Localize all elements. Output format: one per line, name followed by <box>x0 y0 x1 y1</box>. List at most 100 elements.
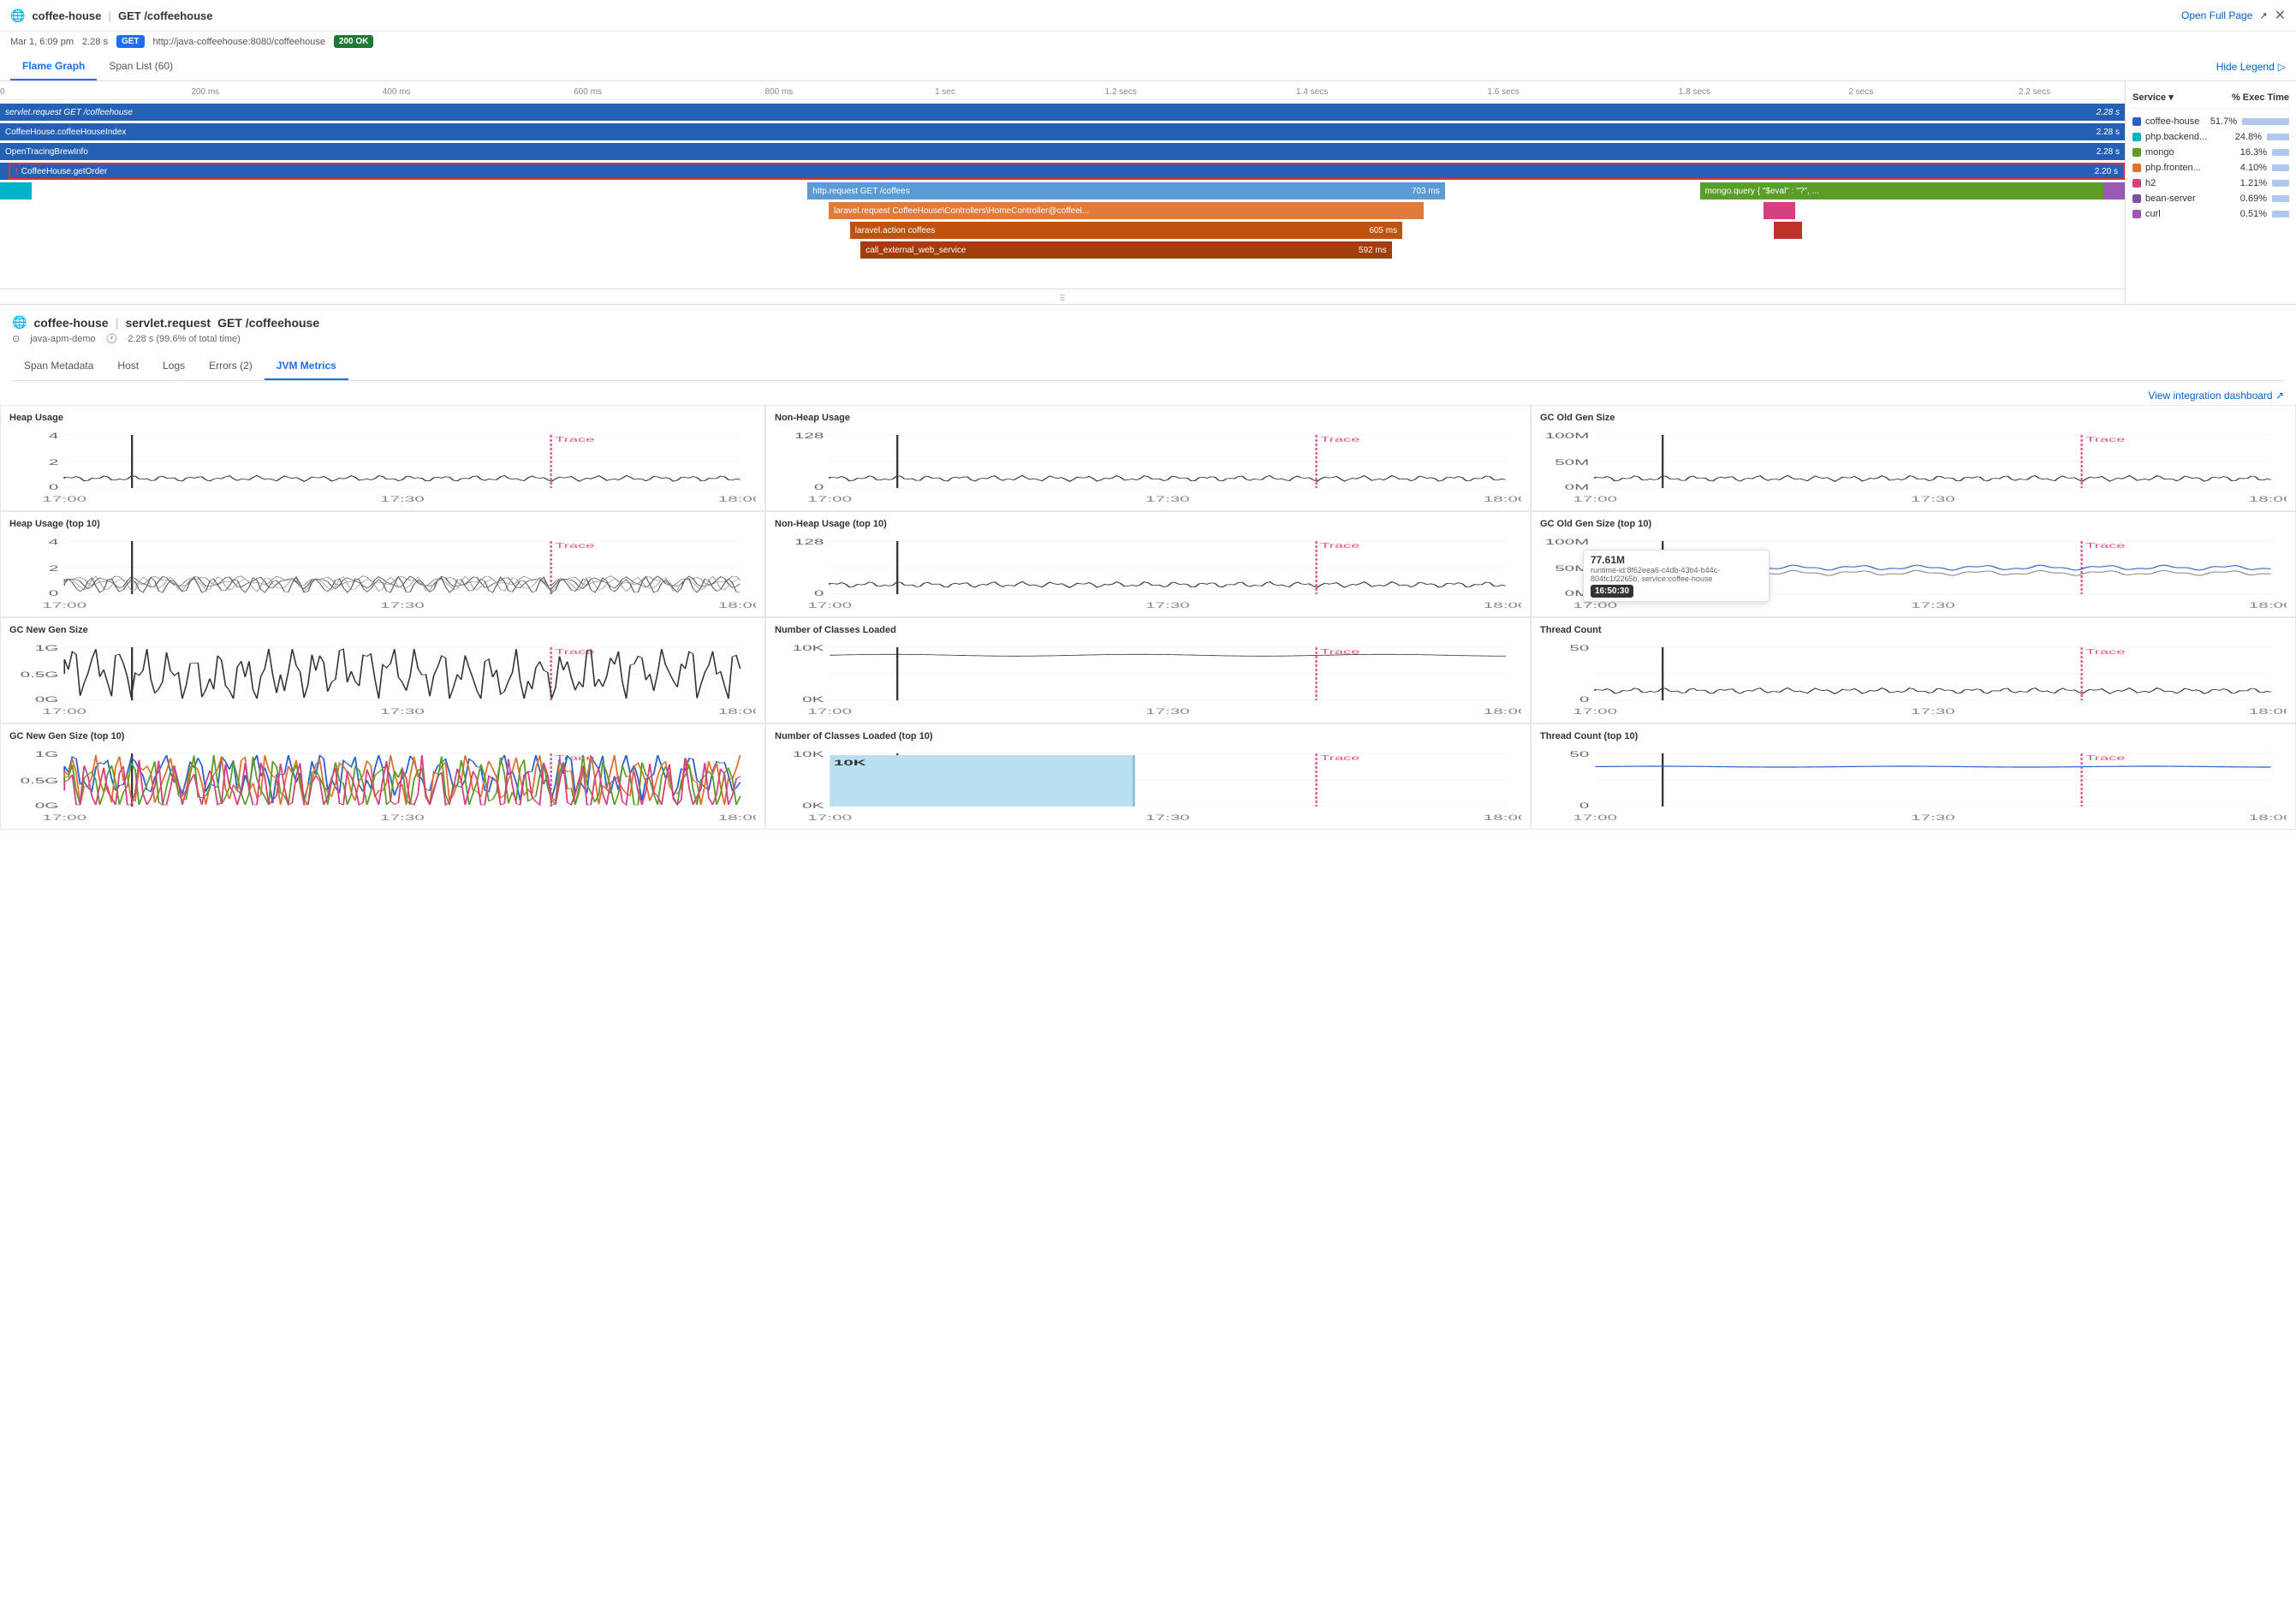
y-max: 128 <box>794 432 824 441</box>
flame-bar-servlet[interactable]: servlet.request GET /coffeehouse 2.28 s <box>0 104 2125 121</box>
tooltip-sub: runtime-id:8f62eea6-c4db-43b4-b44c-804fc… <box>1591 566 1762 583</box>
flame-row-5[interactable]: http.request GET /coffees 703 ms mongo.q… <box>0 182 2125 200</box>
flame-bar-call-external[interactable]: call_external_web_service 592 ms <box>860 241 1392 259</box>
pipe-separator: | <box>108 9 111 22</box>
metric-cell-6: GC New Gen Size 1G0.5G0G17:0017:3018:00T… <box>0 617 765 723</box>
x-label-1: 17:30 <box>1911 814 1955 822</box>
legend-pct: 4.10% <box>2237 163 2267 173</box>
tab-errors[interactable]: Errors (2) <box>197 353 265 380</box>
flame-bar-coffeehouse-index[interactable]: CoffeeHouse.coffeeHouseIndex 2.28 s <box>0 123 2125 140</box>
open-full-page-link[interactable]: Open Full Page <box>2181 9 2252 21</box>
method-badge: GET <box>116 35 145 48</box>
span-service-name: servlet.request <box>125 316 211 330</box>
method-path: GET /coffeehouse <box>118 9 213 22</box>
trace-label: Trace <box>2085 542 2125 550</box>
timeline-ruler: 0 200 ms 400 ms 600 ms 800 ms 1 sec 1.2 … <box>0 81 2125 100</box>
span-meta-service: java-apm-demo <box>30 334 95 344</box>
tab-jvm-metrics[interactable]: JVM Metrics <box>265 353 348 380</box>
flame-tabs-bar: Flame Graph Span List (60) Hide Legend ▷ <box>0 53 2296 81</box>
legend-bar-mini <box>2272 149 2289 156</box>
x-label-2: 18:00 <box>718 814 756 822</box>
metric-title-11: Thread Count (top 10) <box>1540 731 2287 741</box>
legend-bar-mini <box>2267 134 2289 140</box>
flame-bar-getorder[interactable]: ! CoffeeHouse.getOrder 2.20 s <box>9 163 2125 180</box>
close-icon[interactable]: ✕ <box>2275 7 2286 24</box>
flame-row-4[interactable]: ! CoffeeHouse.getOrder 2.20 s <box>0 162 2125 181</box>
bottom-panel: 🌐 coffee-house | servlet.request GET /co… <box>0 305 2296 381</box>
chart-svg-9: 1G0.5G0G17:0017:3018:00Trace <box>9 745 756 822</box>
legend-item-left: h2 <box>2132 178 2156 188</box>
view-integration-link[interactable]: View integration dashboard ↗ <box>2148 390 2284 402</box>
legend-bar-mini <box>2272 164 2289 171</box>
legend-dot <box>2132 194 2141 203</box>
y-max: 10K <box>793 645 824 653</box>
x-label-1: 17:30 <box>1911 708 1955 716</box>
flame-bar-laravel-request[interactable]: laravel.request CoffeeHouse\Controllers\… <box>829 202 1424 219</box>
flame-bar-laravel-action[interactable]: laravel.action coffees 605 ms <box>850 222 1402 239</box>
span-method-path: GET /coffeehouse <box>217 316 319 330</box>
chart-svg-11: 50017:0017:3018:00Trace <box>1540 745 2287 822</box>
legend-bar-mini <box>2272 211 2289 217</box>
legend-pct: 0.51% <box>2237 209 2267 219</box>
flame-bar-mongo-query[interactable]: mongo.query { "$eval" : "?", ... <box>1700 182 2104 199</box>
flame-tabs: Flame Graph Span List (60) <box>10 53 185 80</box>
request-date: Mar 1, 6:09 pm <box>10 37 74 47</box>
metric-title-10: Number of Classes Loaded (top 10) <box>775 731 1521 741</box>
x-label-0: 17:00 <box>807 496 852 503</box>
legend-name: coffee-house <box>2145 116 2199 127</box>
bar-stub-left <box>0 163 9 180</box>
bar-teal-small <box>0 182 32 199</box>
chart-svg-7: 10K0K17:0017:3018:00Trace <box>775 639 1521 716</box>
bar-time-4: 2.20 s <box>2095 167 2118 176</box>
flame-bar-opentracing[interactable]: OpenTracingBrewInfo 2.28 s <box>0 143 2125 160</box>
external-link-icon: ↗ <box>2259 10 2267 21</box>
metric-cell-5: GC Old Gen Size (top 10) 100M50M0M17:001… <box>1531 511 2296 617</box>
legend-name: php.backend... <box>2145 132 2207 142</box>
y-min: 0G <box>35 802 59 811</box>
flame-bars: servlet.request GET /coffeehouse 2.28 s … <box>0 100 2125 289</box>
y-max: 10K <box>793 751 824 759</box>
y-mid: 0.5G <box>21 671 59 680</box>
tooltip-time: 16:50:30 <box>1591 585 1633 598</box>
y-min: 0M <box>1565 484 1590 492</box>
trace-label: Trace <box>555 648 594 656</box>
legend-item-coffee-house: coffee-house 51.7% <box>2132 114 2289 129</box>
x-label-2: 18:00 <box>718 708 756 716</box>
tab-host[interactable]: Host <box>105 353 151 380</box>
title-bar: 🌐 coffee-house | GET /coffeehouse Open F… <box>0 0 2296 32</box>
flame-row-1[interactable]: servlet.request GET /coffeehouse 2.28 s <box>0 103 2125 122</box>
metric-cell-11: Thread Count (top 10) 50017:0017:3018:00… <box>1531 723 2296 830</box>
bar-time-3: 2.28 s <box>2097 147 2120 157</box>
x-label-2: 18:00 <box>2249 496 2287 503</box>
flame-row-8[interactable]: call_external_web_service 592 ms <box>0 241 2125 259</box>
tab-span-metadata[interactable]: Span Metadata <box>12 353 105 380</box>
flame-bar-http-request[interactable]: http.request GET /coffees 703 ms <box>807 182 1445 199</box>
x-label-2: 18:00 <box>2249 708 2287 716</box>
service-meta-icon: ⊙ <box>12 333 20 344</box>
tab-span-list[interactable]: Span List (60) <box>97 53 185 80</box>
y-max: 1G <box>35 751 59 759</box>
flame-row-6[interactable]: laravel.request CoffeeHouse\Controllers\… <box>0 201 2125 220</box>
flame-row-3[interactable]: OpenTracingBrewInfo 2.28 s <box>0 142 2125 161</box>
metric-title-3: Heap Usage (top 10) <box>9 519 756 529</box>
tab-flame-graph[interactable]: Flame Graph <box>10 53 97 80</box>
y-max: 50 <box>1569 645 1589 653</box>
metric-title-2: GC Old Gen Size <box>1540 413 2287 423</box>
bar-time-2: 2.28 s <box>2097 128 2120 137</box>
trace-label: Trace <box>2085 436 2125 443</box>
y-max: 128 <box>794 539 824 547</box>
hide-legend-label: Hide Legend <box>2216 61 2275 73</box>
hide-legend-button[interactable]: Hide Legend ▷ <box>2216 61 2286 73</box>
span-meta-time: 2.28 s (99.6% of total time) <box>128 334 240 344</box>
legend-pct-label: % Exec Time <box>2232 92 2289 103</box>
trace-label: Trace <box>555 754 594 762</box>
metric-cell-1: Non-Heap Usage 128017:0017:3018:00Trace <box>765 405 1531 511</box>
chart-svg-2: 100M50M0M17:0017:3018:00Trace <box>1540 426 2287 503</box>
flame-row-2[interactable]: CoffeeHouse.coffeeHouseIndex 2.28 s <box>0 122 2125 141</box>
metric-chart-4: 128017:0017:3018:00Trace <box>775 533 1521 610</box>
tab-logs[interactable]: Logs <box>151 353 197 380</box>
chart-svg-1: 128017:0017:3018:00Trace <box>775 426 1521 503</box>
drag-handle[interactable]: ⠿ <box>1059 295 1065 304</box>
trace-label: Trace <box>2085 648 2125 656</box>
flame-row-7[interactable]: laravel.action coffees 605 ms <box>0 221 2125 240</box>
